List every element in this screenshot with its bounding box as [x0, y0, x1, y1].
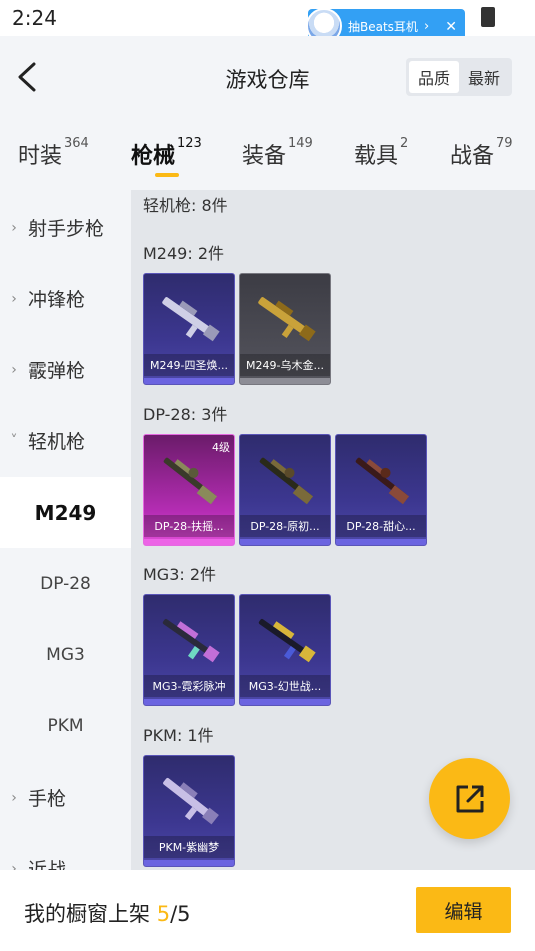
- sidebar-item-marksman[interactable]: › 射手步枪: [0, 192, 131, 263]
- bottom-bar: 我的橱窗上架 5/5 编辑: [0, 870, 535, 951]
- share-icon: [456, 785, 483, 812]
- promo-chevron-icon: ›: [423, 19, 430, 34]
- weapon-card[interactable]: DP-28-原初...: [239, 434, 331, 546]
- status-bar: 2:24 抽Beats耳机 › ✕: [0, 0, 535, 44]
- chevron-down-icon: ˅: [10, 432, 18, 449]
- weapon-image-icon: [162, 618, 220, 663]
- weapon-image-icon: [258, 297, 316, 342]
- tab-fashion[interactable]: 时装364: [18, 136, 89, 170]
- weapon-image-icon: [163, 457, 218, 505]
- active-tab-indicator: [155, 173, 179, 177]
- tab-equipment[interactable]: 装备149: [242, 136, 313, 170]
- sidebar-item-label: 近战: [28, 859, 67, 870]
- weapon-image-icon: [259, 457, 314, 505]
- showcase-status: 我的橱窗上架 5/5: [24, 902, 191, 926]
- rarity-bar: [144, 860, 234, 866]
- rarity-bar: [240, 378, 330, 384]
- weapon-card[interactable]: MG3-霓彩脉冲: [143, 594, 235, 706]
- sidebar-item-lmg[interactable]: ˅ 轻机枪: [0, 405, 131, 476]
- weapon-card[interactable]: MG3-幻世战...: [239, 594, 331, 706]
- sort-quality[interactable]: 品质: [409, 61, 459, 93]
- sidebar-sub-m249[interactable]: M249: [0, 477, 131, 548]
- promo-close-icon[interactable]: ✕: [445, 19, 457, 35]
- weapon-name: DP-28-原初...: [240, 515, 330, 537]
- section-title: 轻机枪: 8件: [143, 196, 228, 215]
- chevron-right-icon: ›: [11, 860, 17, 871]
- chevron-right-icon: ›: [11, 789, 17, 806]
- status-time: 2:24: [12, 6, 57, 30]
- tab-firearms[interactable]: 枪械123: [131, 136, 202, 170]
- weapon-card[interactable]: DP-28-甜心...: [335, 434, 427, 546]
- tab-vehicles[interactable]: 载具2: [354, 136, 408, 170]
- chevron-right-icon: ›: [11, 361, 17, 378]
- showcase-current: 5: [156, 902, 171, 926]
- sidebar-item-label: 霰弹枪: [28, 360, 86, 382]
- weapon-name: MG3-幻世战...: [240, 675, 330, 697]
- edit-button[interactable]: 编辑: [416, 887, 511, 933]
- sidebar-item-label: 冲锋枪: [28, 289, 86, 311]
- header: 游戏仓库 品质 最新: [0, 36, 535, 120]
- rarity-bar: [336, 539, 426, 545]
- group-title-m249: M249: 2件: [143, 244, 225, 263]
- chevron-right-icon: ›: [11, 219, 17, 236]
- status-icons: [481, 7, 495, 27]
- promo-text: 抽Beats耳机: [348, 20, 418, 34]
- rarity-bar: [144, 699, 234, 705]
- sidebar-item-label: 手枪: [28, 788, 67, 810]
- sidebar-sub-pkm[interactable]: PKM: [0, 690, 131, 761]
- weapon-card[interactable]: M249-乌木金...: [239, 273, 331, 385]
- weapon-name: M249-乌木金...: [240, 354, 330, 376]
- weapon-image-icon: [355, 457, 410, 505]
- sort-toggle[interactable]: 品质 最新: [406, 58, 512, 96]
- share-button[interactable]: [429, 758, 510, 839]
- group-title-mg3: MG3: 2件: [143, 565, 217, 584]
- weapon-card[interactable]: PKM-紫幽梦: [143, 755, 235, 867]
- weapon-card[interactable]: M249-四圣焕...: [143, 273, 235, 385]
- weapon-name: DP-28-甜心...: [336, 515, 426, 537]
- sidebar-item-label: 轻机枪: [28, 431, 86, 453]
- sidebar: › 射手步枪 › 冲锋枪 › 霰弹枪 ˅ 轻机枪 M249 DP-28 MG3 …: [0, 190, 131, 870]
- group-title-dp28: DP-28: 3件: [143, 405, 228, 424]
- chevron-right-icon: ›: [11, 290, 17, 307]
- sidebar-sub-mg3[interactable]: MG3: [0, 619, 131, 690]
- weapon-name: PKM-紫幽梦: [144, 836, 234, 858]
- sidebar-item-label: 射手步枪: [28, 218, 105, 240]
- sort-latest[interactable]: 最新: [459, 61, 509, 93]
- weapon-image-icon: [163, 777, 219, 825]
- rarity-bar: [240, 699, 330, 705]
- weapon-image-icon: [162, 297, 220, 342]
- category-tabs: 时装364 枪械123 装备149 载具2 战备79: [0, 120, 535, 190]
- weapon-card[interactable]: 4级 DP-28-扶摇...: [143, 434, 235, 546]
- rarity-bar: [240, 539, 330, 545]
- battery-icon: [481, 7, 495, 27]
- sidebar-item-melee[interactable]: › 近战: [0, 833, 131, 870]
- weapon-image-icon: [258, 618, 316, 663]
- rarity-bar: [144, 378, 234, 384]
- showcase-total: 5: [177, 902, 191, 926]
- weapon-name: MG3-霓彩脉冲: [144, 675, 234, 697]
- rarity-bar: [144, 539, 234, 545]
- sidebar-item-smg[interactable]: › 冲锋枪: [0, 263, 131, 334]
- group-title-pkm: PKM: 1件: [143, 726, 214, 745]
- sidebar-sub-dp28[interactable]: DP-28: [0, 548, 131, 619]
- sidebar-item-pistol[interactable]: › 手枪: [0, 762, 131, 833]
- sidebar-item-shotgun[interactable]: › 霰弹枪: [0, 334, 131, 405]
- weapon-name: M249-四圣焕...: [144, 354, 234, 376]
- weapon-name: DP-28-扶摇...: [144, 515, 234, 537]
- tab-supplies[interactable]: 战备79: [450, 136, 513, 170]
